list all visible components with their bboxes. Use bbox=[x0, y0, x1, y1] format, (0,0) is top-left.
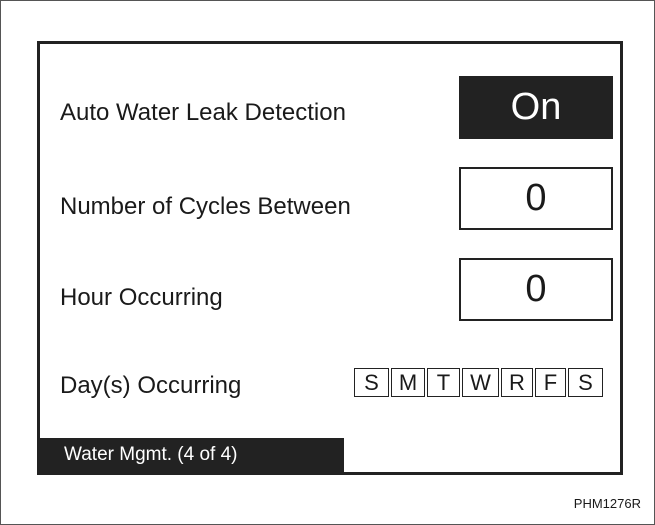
hour-occurring-value[interactable]: 0 bbox=[459, 258, 613, 321]
hour-occurring-label: Hour Occurring bbox=[60, 284, 223, 311]
day-tuesday[interactable]: T bbox=[427, 368, 460, 397]
day-saturday[interactable]: S bbox=[568, 368, 603, 397]
page-tab[interactable]: Water Mgmt. (4 of 4) bbox=[40, 438, 344, 472]
control-screen: Auto Water Leak Detection On Number of C… bbox=[37, 41, 623, 475]
day-monday[interactable]: M bbox=[391, 368, 425, 397]
figure-id: PHM1276R bbox=[573, 496, 641, 511]
auto-leak-detection-toggle[interactable]: On bbox=[459, 76, 613, 139]
cycles-between-label: Number of Cycles Between bbox=[60, 193, 351, 220]
days-occurring-label: Day(s) Occurring bbox=[60, 372, 242, 399]
page-tab-label: Water Mgmt. (4 of 4) bbox=[64, 444, 238, 465]
day-sunday[interactable]: S bbox=[354, 368, 389, 397]
cycles-between-value[interactable]: 0 bbox=[459, 167, 613, 230]
day-wednesday[interactable]: W bbox=[462, 368, 499, 397]
auto-leak-detection-label: Auto Water Leak Detection bbox=[60, 99, 346, 126]
day-selector: S M T W R F S bbox=[354, 368, 603, 397]
day-thursday[interactable]: R bbox=[501, 368, 533, 397]
day-friday[interactable]: F bbox=[535, 368, 566, 397]
